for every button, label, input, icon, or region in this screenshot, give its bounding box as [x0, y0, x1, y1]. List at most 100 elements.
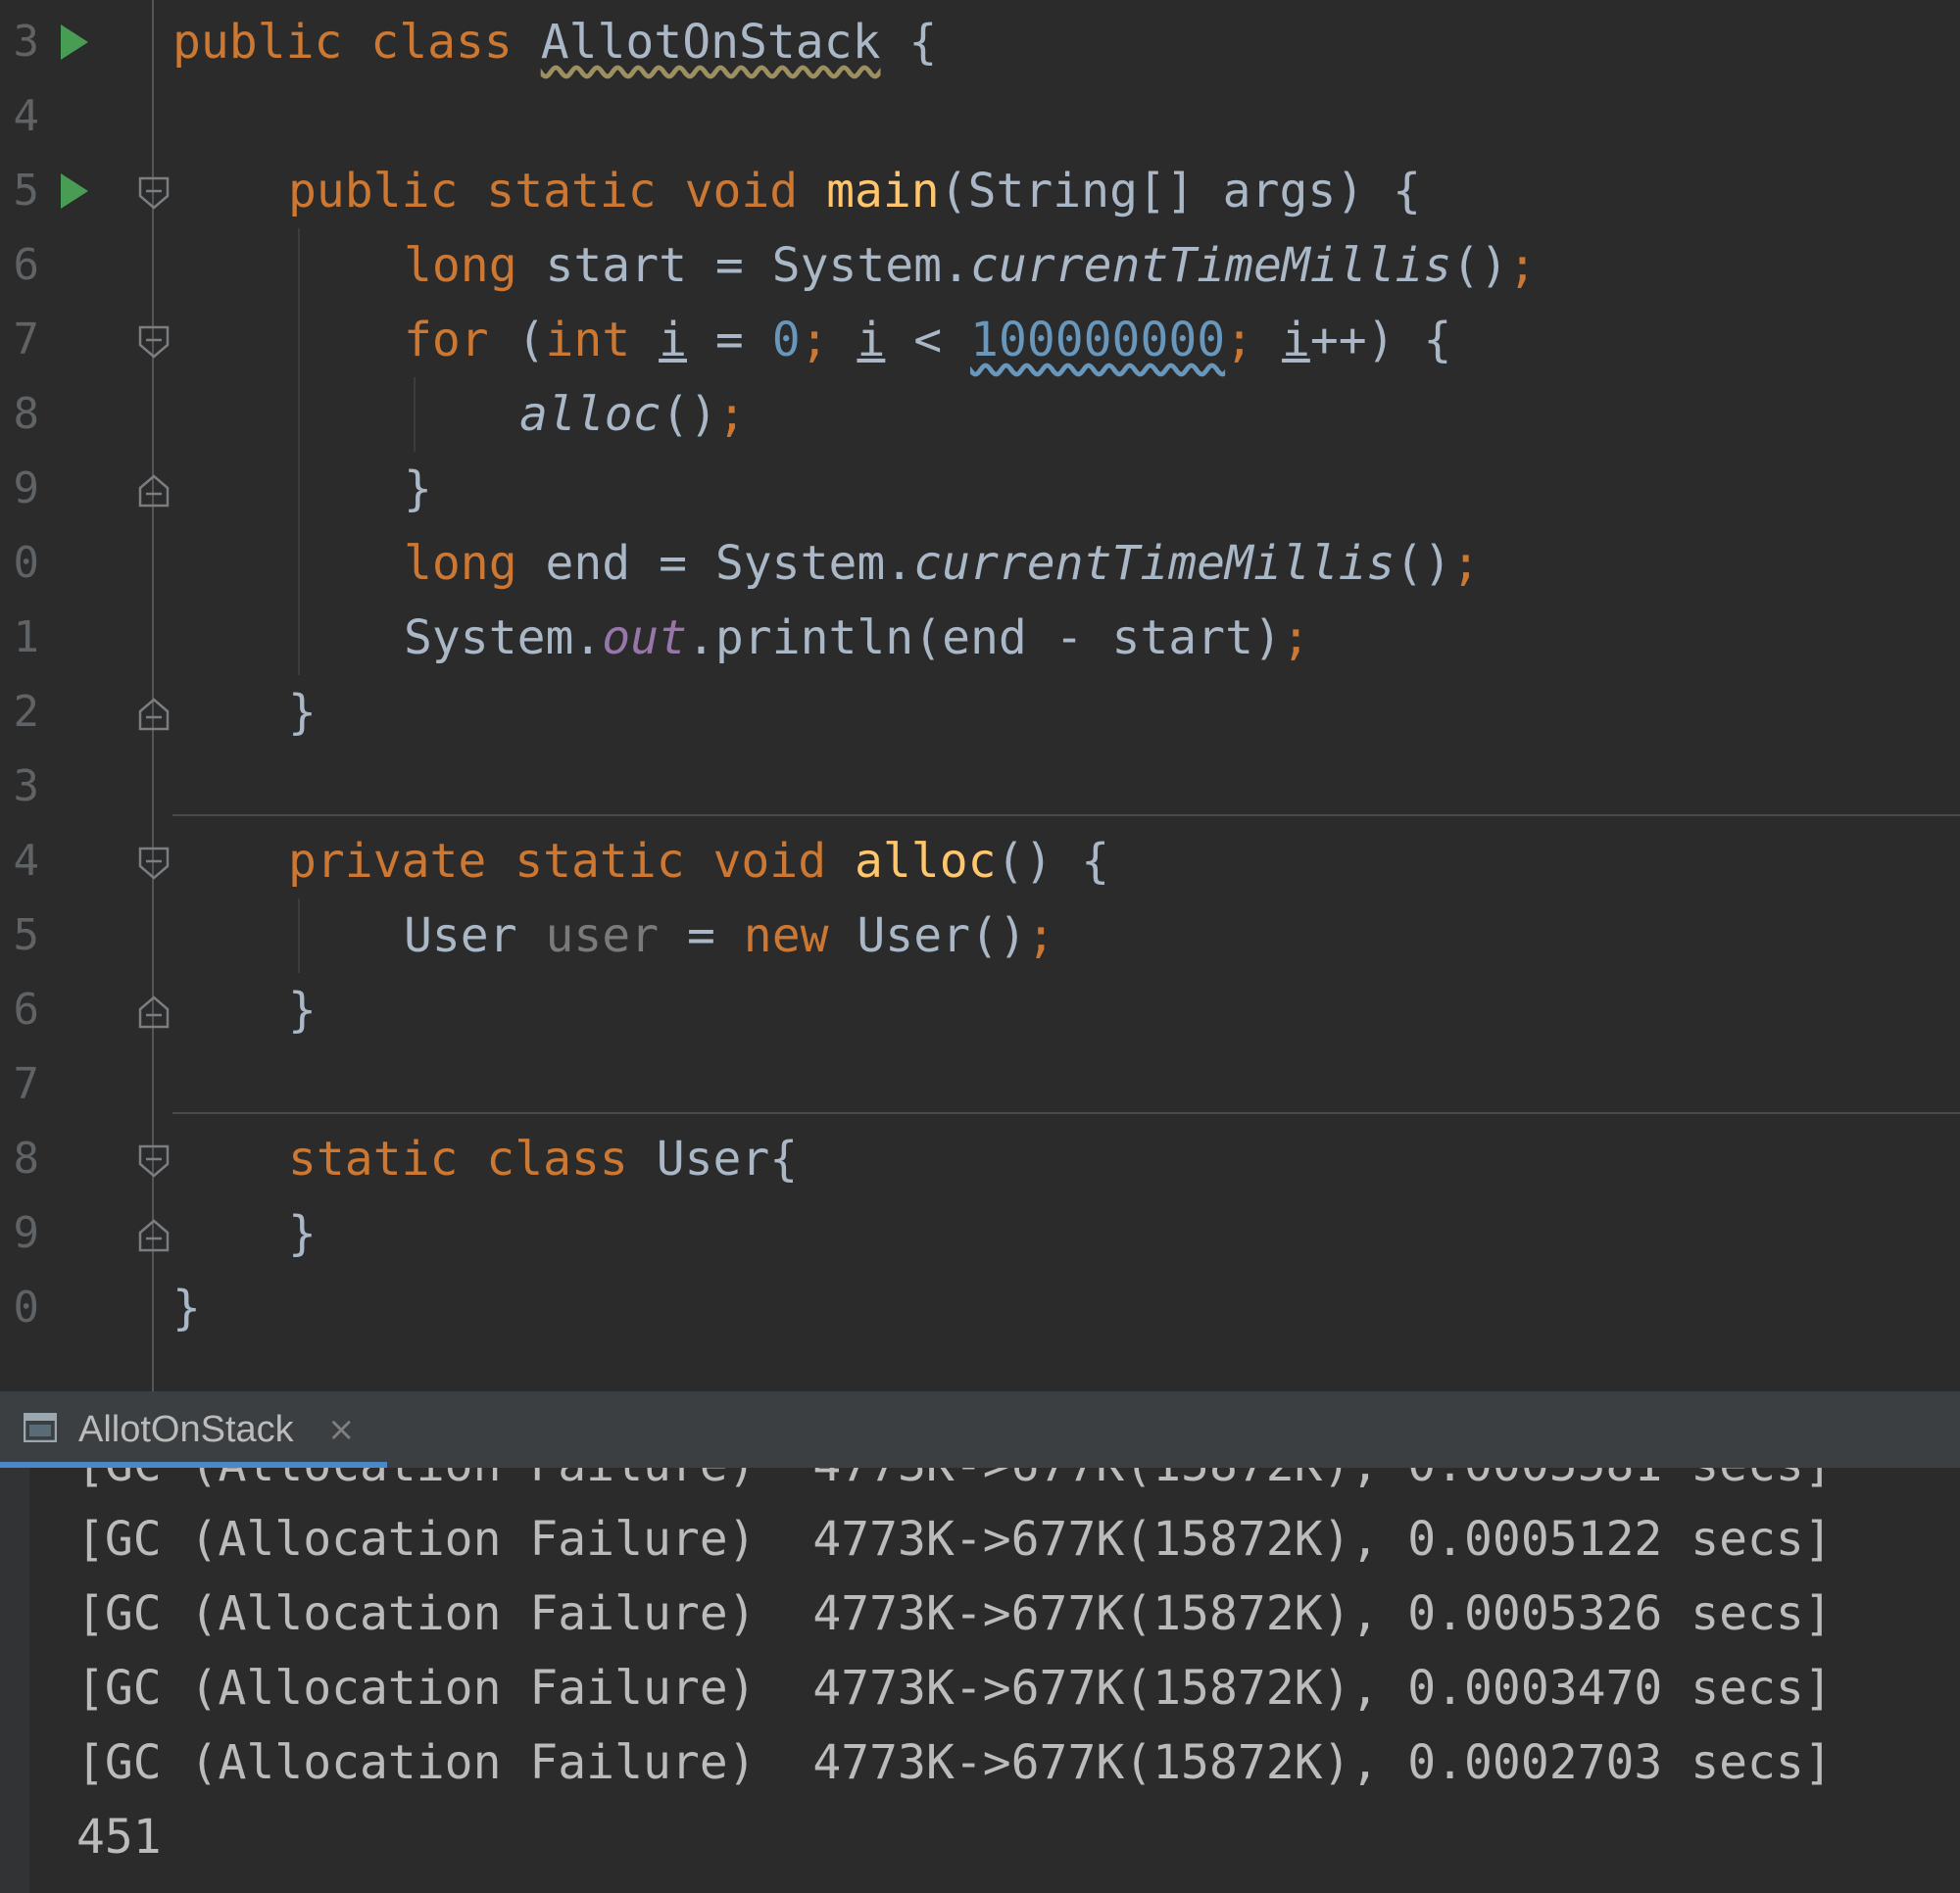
console-window-icon — [24, 1413, 57, 1442]
fold-collapse-icon[interactable] — [138, 176, 170, 210]
line-number: 1 — [13, 612, 40, 662]
code-token: () — [661, 387, 718, 442]
code-line[interactable]: 3 — [0, 750, 1960, 824]
code-line[interactable]: 6 long start = System.currentTimeMillis()… — [0, 228, 1960, 303]
code-token: i — [1281, 313, 1310, 367]
run-console-output[interactable]: [GC (Allocation Failure) 4773K->677K(158… — [0, 1468, 1960, 1893]
fold-end-icon[interactable] — [138, 1219, 170, 1252]
code-token: 0 — [771, 313, 801, 367]
fold-collapse-icon[interactable] — [138, 325, 170, 359]
console-toolbar-strip — [0, 1468, 29, 1893]
fold-end-icon[interactable] — [138, 474, 170, 508]
fold-end-icon[interactable] — [138, 698, 170, 731]
console-line: [GC (Allocation Failure) 4773K->677K(158… — [76, 1512, 1833, 1567]
code-line[interactable]: 9} — [0, 452, 1960, 526]
code-token: ; — [1508, 238, 1537, 293]
code-token: out — [602, 610, 687, 665]
code-text: System.out.println(end - start); — [404, 601, 1310, 675]
code-text: } — [172, 1271, 201, 1345]
indent-guide — [298, 228, 300, 675]
code-text: static class User{ — [288, 1122, 798, 1196]
code-editor[interactable]: 3 public class AllotOnStack {4 5 public sta… — [0, 0, 1960, 1391]
line-number: 8 — [13, 389, 40, 439]
code-token: } — [404, 461, 432, 516]
run-tab-allotonstack[interactable]: AllotOnStack × — [0, 1391, 387, 1468]
code-token: void — [712, 834, 827, 889]
code-token: () — [1451, 238, 1509, 293]
code-line[interactable]: 4 private static void alloc() { — [0, 824, 1960, 898]
fold-collapse-icon[interactable] — [138, 1144, 170, 1178]
code-token: long — [404, 536, 517, 591]
code-token: User — [404, 908, 546, 963]
code-token: alloc — [855, 834, 997, 889]
code-line[interactable]: 4 — [0, 79, 1960, 154]
code-token: } — [288, 983, 317, 1038]
line-number: 4 — [13, 836, 40, 886]
code-line[interactable]: 1 System.out.println(end - start); — [0, 601, 1960, 675]
code-line[interactable]: 2} — [0, 675, 1960, 750]
code-line[interactable]: 5 public static void main(String[] args) … — [0, 154, 1960, 228]
code-token: = — [659, 908, 744, 963]
line-number: 7 — [13, 315, 40, 364]
code-line[interactable]: 9} — [0, 1196, 1960, 1271]
line-number: 5 — [13, 910, 40, 960]
code-line[interactable]: 8 static class User{ — [0, 1122, 1960, 1196]
code-text: for (int i = 0; i < 100000000; i++) { — [404, 303, 1451, 377]
run-gutter-icon[interactable] — [61, 24, 88, 60]
code-token: static — [486, 164, 657, 218]
code-token: { — [880, 15, 938, 70]
code-line[interactable]: 0} — [0, 1271, 1960, 1345]
code-text: } — [288, 1196, 317, 1271]
indent-guide — [298, 898, 300, 973]
code-token: currentTimeMillis — [969, 238, 1452, 293]
code-token: System. — [404, 610, 603, 665]
code-line[interactable]: 7 — [0, 1047, 1960, 1122]
console-line: 451 — [76, 1810, 162, 1865]
code-token: User() — [828, 908, 1027, 963]
code-token: class — [370, 15, 513, 70]
code-token: ; — [717, 387, 747, 442]
line-number: 6 — [13, 240, 40, 290]
code-line[interactable]: 0 long end = System.currentTimeMillis(); — [0, 526, 1960, 601]
code-line[interactable]: 6} — [0, 973, 1960, 1047]
code-token: ; — [1026, 908, 1055, 963]
line-number: 6 — [13, 985, 40, 1035]
line-number: 5 — [13, 166, 40, 216]
code-token: < — [885, 313, 971, 367]
fold-collapse-icon[interactable] — [138, 847, 170, 880]
close-icon[interactable]: × — [327, 1391, 356, 1468]
code-text: } — [288, 973, 317, 1047]
fold-end-icon[interactable] — [138, 995, 170, 1029]
console-line: [GC (Allocation Failure) 4773K->677K(158… — [76, 1735, 1833, 1790]
line-number: 7 — [13, 1059, 40, 1109]
code-token: () { — [996, 834, 1110, 889]
code-token: long — [404, 238, 517, 293]
code-token: public — [288, 164, 459, 218]
code-text: long start = System.currentTimeMillis(); — [404, 228, 1537, 303]
code-token: for — [404, 313, 489, 367]
code-token: i — [659, 313, 688, 367]
code-text: } — [288, 675, 317, 750]
run-gutter-icon[interactable] — [61, 173, 88, 209]
code-line[interactable]: 3 public class AllotOnStack { — [0, 5, 1960, 79]
code-text: User user = new User(); — [404, 898, 1055, 973]
line-number: 9 — [13, 1208, 40, 1258]
console-line: [GC (Allocation Failure) 4773K->677K(158… — [76, 1586, 1833, 1641]
code-line[interactable]: 8 alloc(); — [0, 377, 1960, 452]
line-number: 2 — [13, 687, 40, 737]
code-token: ( — [488, 313, 546, 367]
code-token: ; — [1225, 313, 1254, 367]
console-line: [GC (Allocation Failure) 4773K->677K(158… — [76, 1661, 1833, 1716]
code-token: user — [545, 908, 660, 963]
code-text: long end = System.currentTimeMillis(); — [404, 526, 1480, 601]
code-line[interactable]: 5 User user = new User(); — [0, 898, 1960, 973]
code-text: public class AllotOnStack { — [172, 5, 937, 79]
code-line[interactable]: 7 for (int i = 0; i < 100000000; i++) { — [0, 303, 1960, 377]
